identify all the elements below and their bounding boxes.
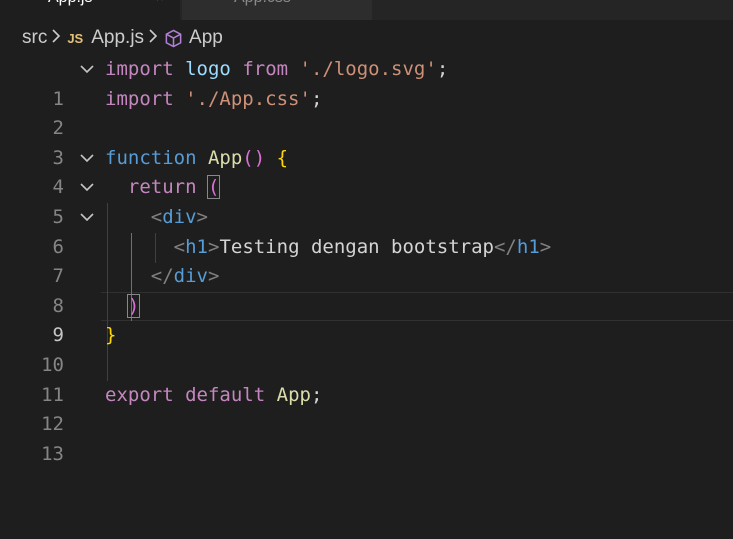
punctuation: ; [310,87,323,110]
punctuation: ; [436,58,449,80]
identifier: App [276,383,311,406]
identifier: logo [185,58,231,80]
tag-bracket: > [539,235,552,258]
chevron-down-icon[interactable] [78,144,98,174]
js-file-icon: JS [67,30,84,46]
tag-bracket: < [150,206,163,228]
chevron-down-icon[interactable] [78,55,98,85]
tab-app-js[interactable]: App.js × [0,0,180,20]
chevron-right-icon [148,28,158,48]
keyword: function [105,146,197,169]
tab-label: App.js [48,0,92,8]
chevron-down-icon[interactable] [78,173,98,203]
brace: } [105,324,117,347]
breadcrumb-folder[interactable]: src [22,27,47,49]
tag-bracket: > [207,235,220,258]
code-line: 10 } [0,321,733,376]
code-line: 13 [0,410,733,465]
tab-app-css[interactable]: App.css [182,0,372,20]
code-line: 12 export default App; [0,381,733,436]
keyword: import [105,58,174,80]
string-literal: './App.css' [185,87,311,110]
tag-bracket: </ [150,265,174,288]
tag-bracket: < [173,235,186,258]
code-line: 6 <div> [0,203,733,258]
keyword: default [185,383,266,406]
tag-bracket: > [196,206,208,228]
tag-bracket: > [207,265,220,288]
close-icon[interactable]: × [156,0,164,8]
tag-name: div [173,265,208,288]
keyword: import [105,87,174,110]
tag-bracket: </ [493,235,517,258]
function-name: App [207,146,243,169]
paren: ) [126,293,141,318]
breadcrumb-folder-label: src [22,27,48,48]
punctuation: ; [310,383,323,406]
breadcrumb-symbol-label: App [189,27,223,48]
chevron-right-icon [51,28,61,48]
tag-name: div [162,206,197,228]
brace: { [276,146,289,169]
code-line: 2 import './App.css'; [0,85,733,140]
tag-name: h1 [516,235,540,258]
breadcrumb-file-label: App.js [91,27,145,48]
keyword: return [127,176,197,199]
tab-label: App.css [234,0,291,8]
keyword: export [105,383,174,406]
parentheses: () [242,146,266,169]
string-literal: './logo.svg' [299,58,437,80]
code-line: 11 [0,351,733,406]
code-line: 3 [0,114,733,169]
breadcrumb-file[interactable]: JS App.js [67,27,144,49]
code-line: 8 </div> [0,262,733,317]
keyword: from [242,58,289,80]
cube-icon [165,29,182,47]
code-line: 9 ) [0,292,733,346]
code-line: 1 import logo from './logo.svg'; [0,55,733,110]
code-line: 4 function App() { [0,144,733,199]
code-line: 7 <h1>Testing dengan bootstrap</h1> [0,233,733,288]
chevron-down-icon[interactable] [78,203,98,233]
jsx-text: Testing dengan bootstrap [219,235,494,258]
tab-strip: App.js × App.css [0,0,733,20]
line-number: 13 [41,442,64,465]
breadcrumb-symbol[interactable]: App [164,27,223,49]
breadcrumb: src JS App.js App [0,24,733,52]
tag-name: h1 [185,235,208,258]
code-line: 5 return ( [0,173,733,228]
paren: ( [206,175,221,200]
